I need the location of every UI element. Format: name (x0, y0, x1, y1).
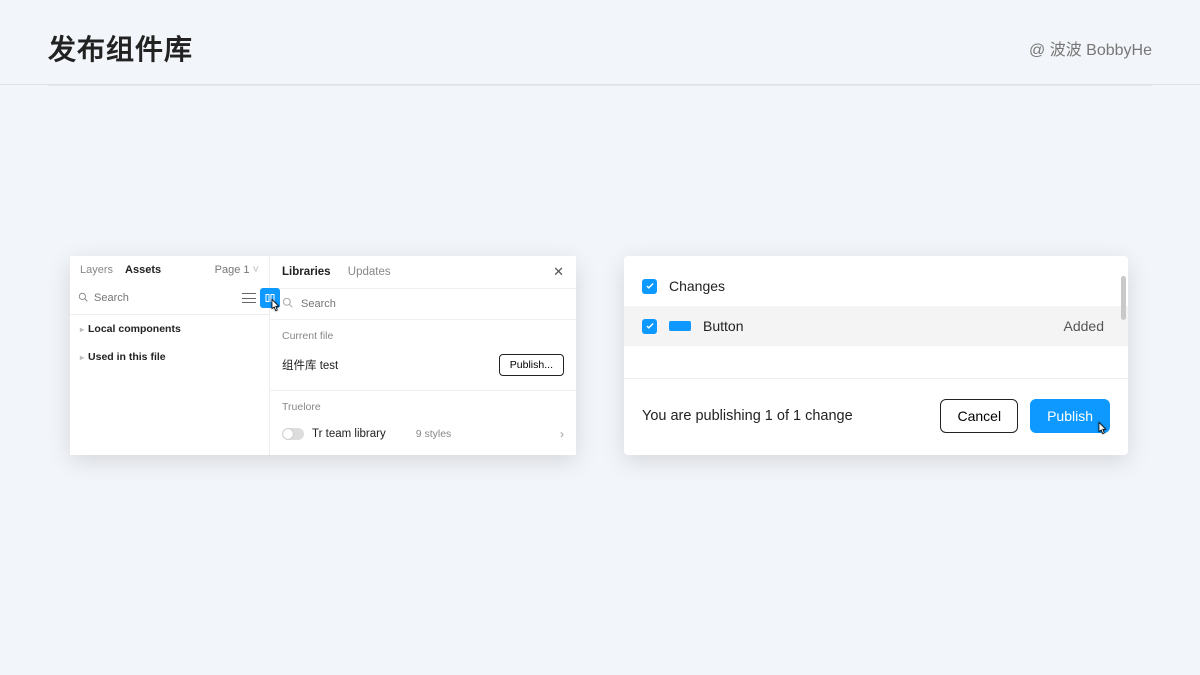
pointer-cursor-icon (1093, 421, 1111, 442)
slide-author: @ 波波 BobbyHe (1029, 36, 1152, 60)
search-icon (282, 297, 293, 311)
chevron-right-icon[interactable]: › (560, 427, 564, 441)
assets-search-input[interactable] (94, 292, 236, 304)
change-item-status: Added (1064, 318, 1110, 334)
changes-header-row[interactable]: Changes (624, 266, 1128, 306)
libraries-search-input[interactable] (301, 298, 564, 310)
scrollbar-thumb[interactable] (1121, 276, 1126, 320)
current-file-label: Current file (270, 320, 576, 346)
component-swatch-icon (669, 321, 691, 331)
page-selector[interactable]: Page 1 ˅ (215, 264, 259, 276)
tab-libraries[interactable]: Libraries (282, 266, 331, 278)
close-icon[interactable]: ✕ (553, 264, 564, 280)
team-library-row[interactable]: Tr team library 9 styles › (270, 417, 576, 455)
team-library-button[interactable] (260, 288, 280, 308)
assets-section-local[interactable]: ▸Local components (70, 315, 269, 343)
libraries-dialog: Libraries Updates ✕ Current file 组件库 tes… (270, 256, 576, 455)
change-item-name: Button (703, 318, 1052, 334)
search-icon (78, 292, 88, 305)
changes-label: Changes (669, 278, 725, 294)
assets-panel: Layers Assets Page 1 ˅ (70, 256, 270, 455)
team-label: Truelore (270, 391, 576, 417)
team-library-meta: 9 styles (386, 428, 560, 440)
cancel-button[interactable]: Cancel (940, 399, 1018, 433)
current-file-row: 组件库 test Publish... (270, 346, 576, 391)
slide-title: 发布组件库 (48, 28, 193, 68)
publish-library-button[interactable]: Publish... (499, 354, 564, 376)
select-all-checkbox[interactable] (642, 279, 657, 294)
item-checkbox[interactable] (642, 319, 657, 334)
list-view-icon[interactable] (242, 291, 256, 305)
current-file-name: 组件库 test (282, 357, 338, 373)
tab-updates[interactable]: Updates (348, 266, 391, 278)
publish-confirm-dialog: Changes Button Added You are publishing … (624, 256, 1128, 455)
publish-message: You are publishing 1 of 1 change (642, 408, 853, 424)
change-item-row[interactable]: Button Added (624, 306, 1128, 346)
assets-and-libraries: Layers Assets Page 1 ˅ (70, 256, 576, 455)
tab-layers[interactable]: Layers (80, 264, 113, 276)
team-library-name: Tr team library (312, 428, 386, 440)
publish-button[interactable]: Publish (1030, 399, 1110, 433)
library-toggle[interactable] (282, 428, 304, 440)
tab-assets[interactable]: Assets (125, 264, 161, 276)
assets-section-used[interactable]: ▸Used in this file (70, 343, 269, 371)
